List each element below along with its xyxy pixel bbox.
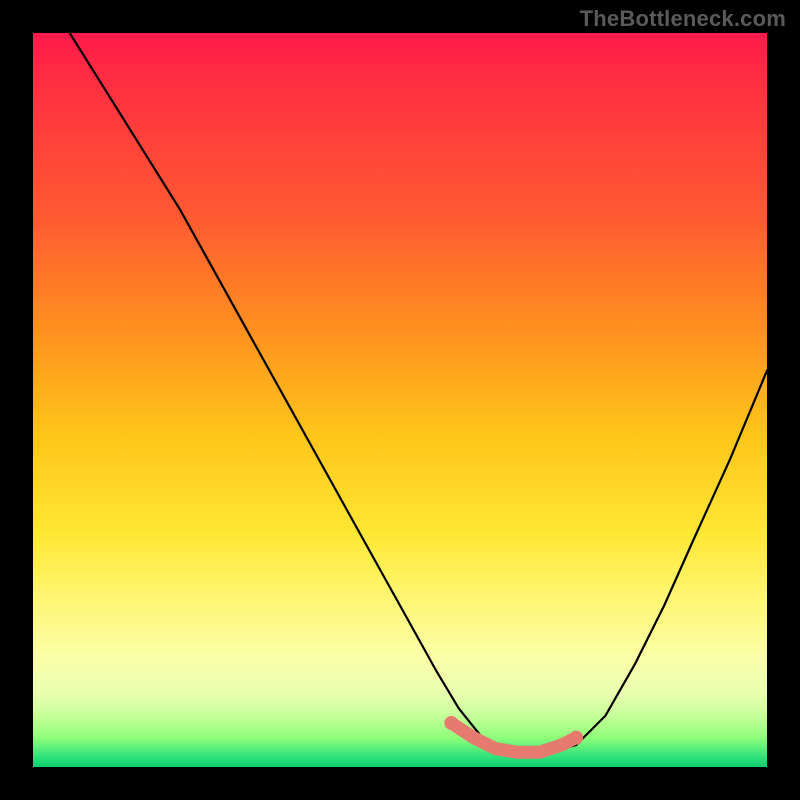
chart-frame: TheBottleneck.com	[0, 0, 800, 800]
optimal-dot-right	[569, 731, 583, 745]
bottleneck-curve	[70, 33, 767, 752]
curve-svg	[33, 33, 767, 767]
watermark-text: TheBottleneck.com	[580, 6, 786, 32]
optimal-highlight	[451, 723, 576, 752]
gradient-plot-area	[33, 33, 767, 767]
optimal-dot-left	[444, 716, 458, 730]
